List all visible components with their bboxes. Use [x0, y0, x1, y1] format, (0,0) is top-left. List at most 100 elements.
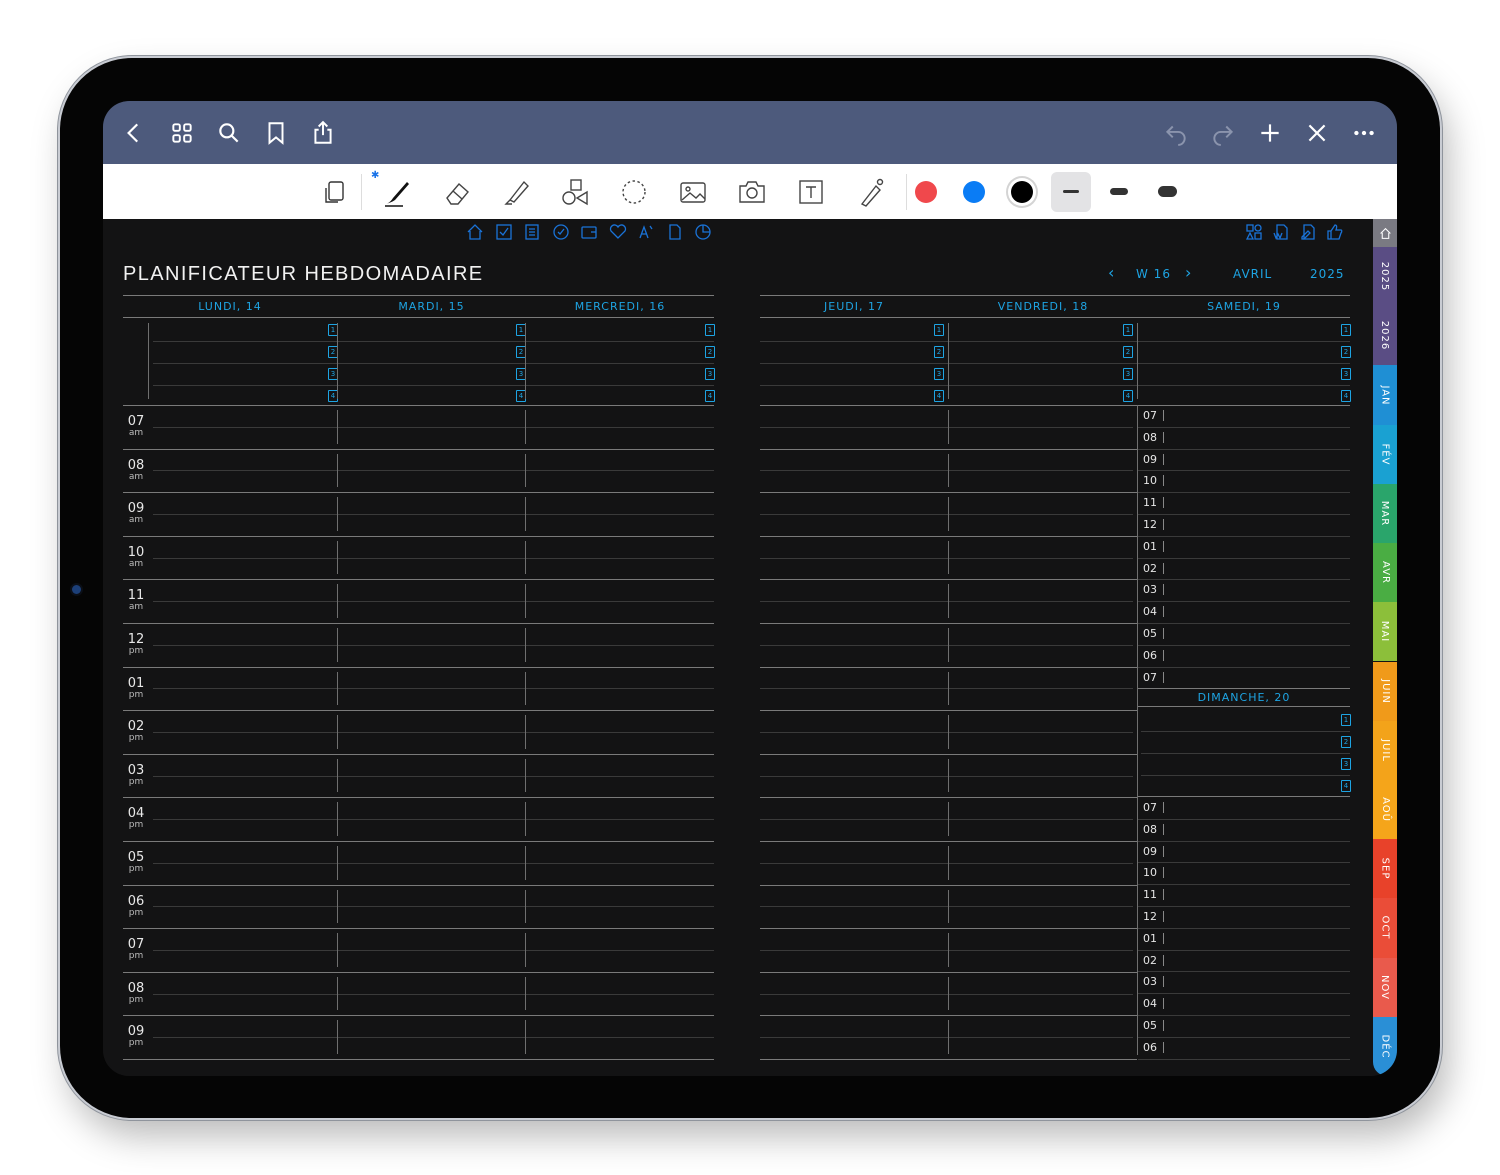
week-doc-icon[interactable] [1272, 223, 1290, 241]
day-header-right[interactable]: JEUDI, 17 [760, 300, 948, 313]
pen-icon[interactable] [379, 174, 415, 210]
month-tab[interactable]: JUIL [1373, 720, 1397, 780]
stroke-thick-button[interactable] [1158, 186, 1177, 197]
priority-icon[interactable]: 2 [1341, 736, 1351, 748]
thumbs-up-icon[interactable] [1326, 223, 1344, 241]
month-tab[interactable]: NOV [1373, 957, 1397, 1017]
month-tab[interactable]: JAN [1373, 365, 1397, 425]
laser-pointer-icon[interactable] [852, 174, 888, 210]
column-divider [948, 889, 949, 924]
image-icon[interactable] [675, 174, 711, 210]
month-tab[interactable]: DÉC [1373, 1016, 1397, 1076]
priority-icon[interactable]: 2 [1341, 346, 1351, 358]
highlighter-icon[interactable] [498, 174, 534, 210]
priority-icon[interactable]: 1 [1341, 324, 1351, 336]
search-icon[interactable] [214, 118, 244, 148]
bookmark-icon[interactable] [261, 118, 291, 148]
back-chevron-icon[interactable] [119, 118, 149, 148]
undo-icon[interactable] [1161, 118, 1191, 148]
pie-chart-icon[interactable] [694, 223, 712, 241]
next-week-button[interactable]: › [1185, 263, 1192, 282]
month-tab[interactable]: OCT [1373, 898, 1397, 958]
camera-icon[interactable] [734, 174, 770, 210]
day-header-sunday[interactable]: DIMANCHE, 20 [1138, 691, 1350, 704]
column-divider [337, 715, 338, 749]
priority-icon[interactable]: 3 [705, 368, 715, 380]
priority-icon[interactable]: 3 [1341, 758, 1351, 770]
week-number[interactable]: W 16 [1136, 267, 1171, 281]
stroke-thin-button[interactable] [1051, 172, 1091, 212]
priority-icon[interactable]: 1 [1123, 324, 1133, 336]
priority-icon[interactable]: 4 [1341, 390, 1351, 402]
grid-line [1138, 906, 1350, 907]
wallet-icon[interactable] [580, 223, 598, 241]
priority-icon[interactable]: 4 [934, 390, 944, 402]
eraser-icon[interactable] [439, 174, 475, 210]
color-black-swatch[interactable] [1011, 181, 1033, 203]
grid-icon[interactable] [167, 118, 197, 148]
heart-icon[interactable] [609, 223, 627, 241]
priority-icon[interactable]: 4 [1123, 390, 1133, 402]
month-tab[interactable]: AOÛ [1373, 779, 1397, 840]
priority-icon[interactable]: 2 [934, 346, 944, 358]
home-tab[interactable] [1373, 219, 1397, 247]
text-icon[interactable] [793, 174, 829, 210]
dashboard-icon[interactable] [1245, 223, 1263, 241]
checkbox-icon[interactable] [495, 223, 513, 241]
day-header-right[interactable]: SAMEDI, 19 [1138, 300, 1350, 313]
grid-line [760, 341, 1350, 342]
saturday-hour: 04 [1143, 605, 1157, 619]
priority-icon[interactable]: 4 [1341, 780, 1351, 792]
redo-icon[interactable] [1208, 118, 1238, 148]
month-tab[interactable]: AVR [1373, 543, 1397, 603]
tick [1163, 911, 1164, 922]
priority-icon[interactable]: 3 [934, 368, 944, 380]
month-tab[interactable]: MAR [1373, 483, 1397, 544]
plus-icon[interactable] [1255, 118, 1285, 148]
document-icon[interactable] [666, 223, 684, 241]
day-header-left[interactable]: MERCREDI, 16 [526, 300, 714, 313]
tick [1163, 562, 1164, 574]
close-pen-icon[interactable] [1302, 118, 1332, 148]
read-mode-icon[interactable] [318, 174, 354, 210]
month-tab[interactable]: 2025 [1373, 247, 1397, 307]
priority-icon[interactable]: 3 [1341, 368, 1351, 380]
hour-label: 01 [127, 675, 145, 691]
ampm-label: am [128, 515, 144, 526]
priority-icon[interactable]: 4 [705, 390, 715, 402]
grid-line [760, 385, 1350, 386]
day-header-right[interactable]: VENDREDI, 18 [949, 300, 1137, 313]
grid-line [1138, 514, 1350, 515]
share-icon[interactable] [308, 118, 338, 148]
month-tab[interactable]: 2026 [1373, 306, 1397, 366]
stroke-medium-button[interactable] [1110, 188, 1128, 195]
home-icon[interactable] [466, 223, 484, 241]
month-tab[interactable]: SEP [1373, 839, 1397, 899]
color-red-swatch[interactable] [915, 181, 937, 203]
priority-icon[interactable]: 1 [1341, 714, 1351, 726]
priority-icon[interactable]: 1 [934, 324, 944, 336]
day-header-left[interactable]: LUNDI, 14 [123, 300, 337, 313]
month-link[interactable]: AVRIL [1233, 267, 1272, 281]
day-header-left[interactable]: MARDI, 15 [338, 300, 525, 313]
lasso-icon[interactable] [616, 174, 652, 210]
priority-icon[interactable]: 1 [705, 324, 715, 336]
notes-icon[interactable] [523, 223, 541, 241]
edit-doc-icon[interactable] [1299, 223, 1317, 241]
month-tab[interactable]: MAI [1373, 602, 1397, 662]
habit-icon[interactable] [552, 223, 570, 241]
tick [1163, 453, 1164, 465]
shapes-icon[interactable] [557, 174, 593, 210]
priority-icon[interactable]: 3 [1123, 368, 1133, 380]
priority-icon[interactable]: 2 [705, 346, 715, 358]
color-blue-swatch[interactable] [963, 181, 985, 203]
prev-week-button[interactable]: ‹ [1108, 263, 1115, 282]
priority-icon[interactable]: 2 [1123, 346, 1133, 358]
month-tab[interactable]: FÉV [1373, 424, 1397, 484]
fitness-icon[interactable] [637, 223, 655, 241]
month-tab-label: JUIL [1379, 738, 1391, 762]
tick [1163, 606, 1164, 618]
month-tab[interactable]: JUIN [1373, 661, 1397, 721]
year-link[interactable]: 2025 [1310, 267, 1345, 281]
more-icon[interactable] [1349, 118, 1379, 148]
